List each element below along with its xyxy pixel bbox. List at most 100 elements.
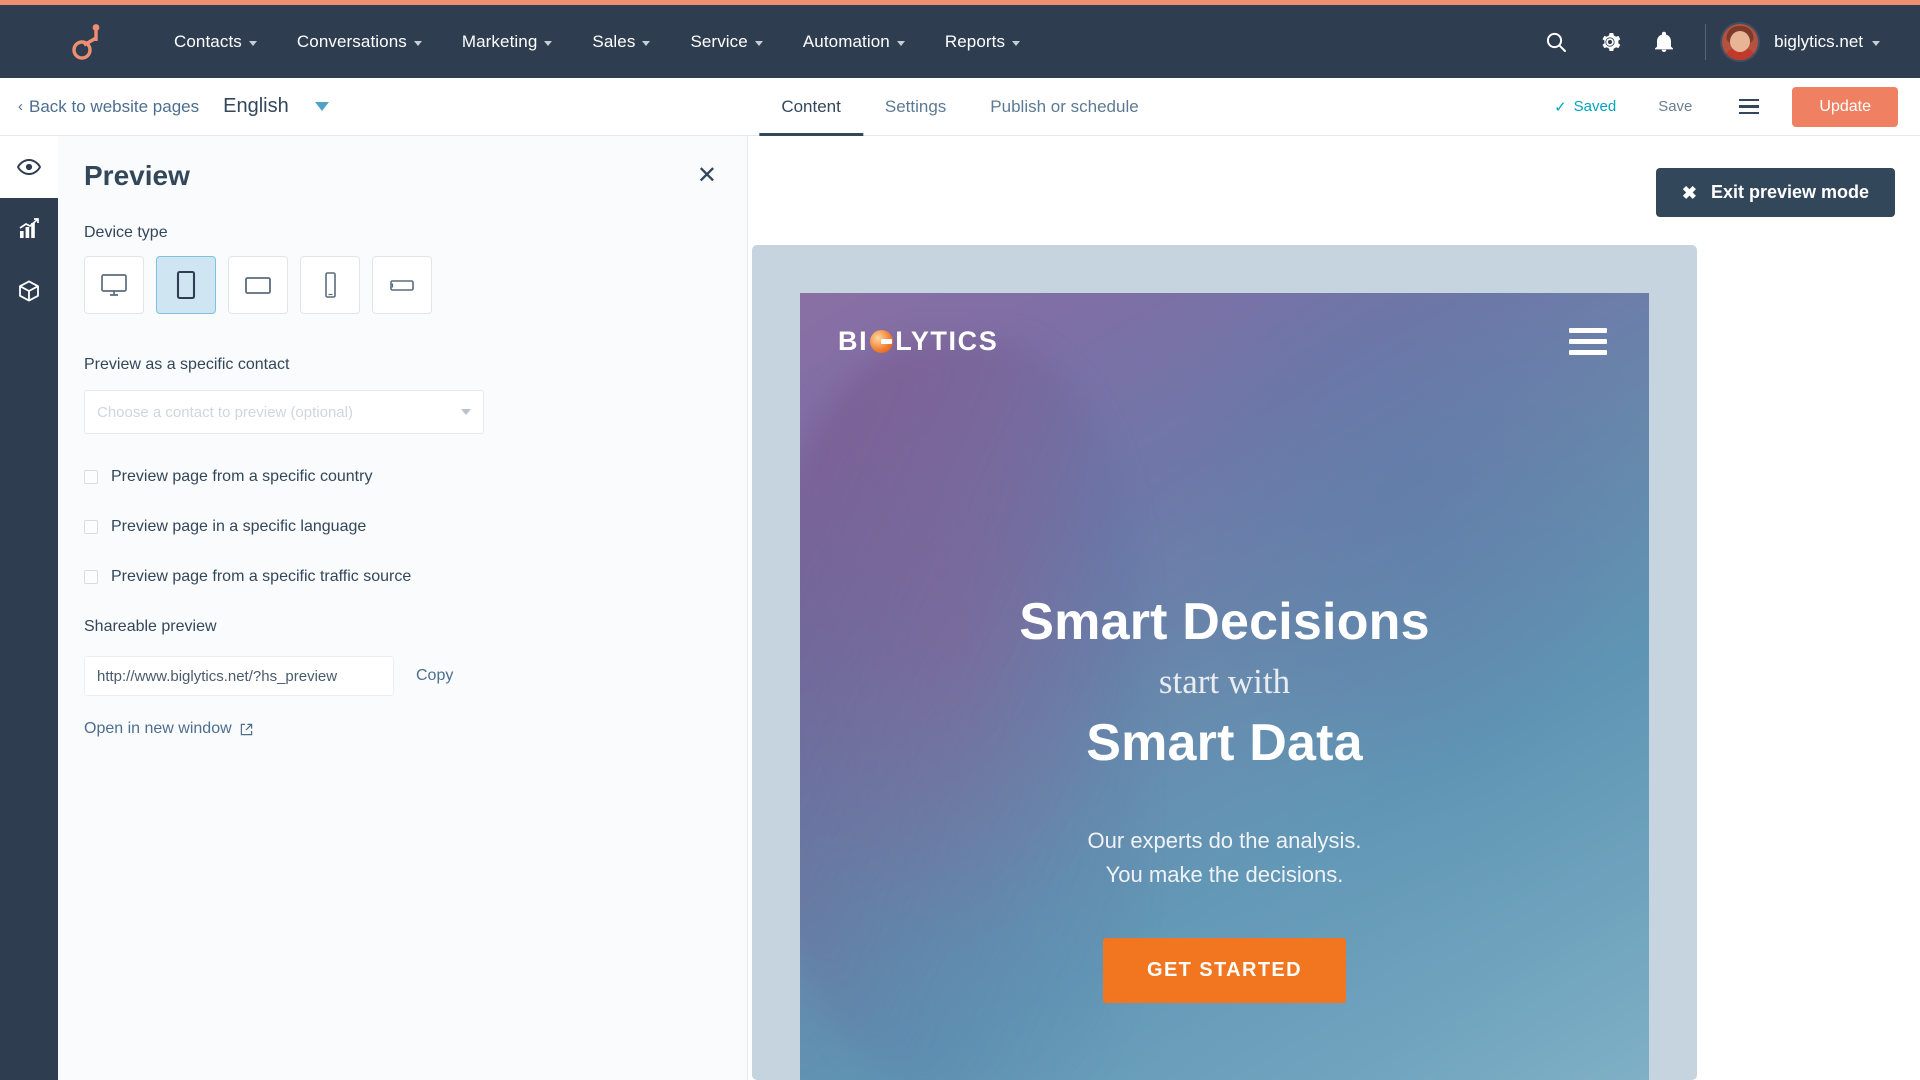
chevron-down-icon	[544, 40, 553, 46]
rail-item-modules[interactable]	[0, 260, 58, 322]
preview-site-header: BI LYTICS	[800, 293, 1649, 389]
preview-options: Preview as a specific contact Choose a c…	[58, 356, 747, 738]
device-type-selector	[58, 256, 747, 314]
checkbox-preview-language[interactable]: Preview page in a specific language	[84, 518, 747, 536]
left-icon-rail	[0, 136, 58, 1080]
preview-hero-section: Smart Decisions start with Smart Data Ou…	[800, 593, 1649, 1004]
nav-item-reports[interactable]: Reports	[925, 26, 1040, 58]
exit-preview-label: Exit preview mode	[1710, 182, 1869, 202]
nav-item-label: Reports	[944, 31, 1006, 51]
nav-item-conversations[interactable]: Conversations	[277, 26, 442, 58]
nav-item-sales[interactable]: Sales	[572, 26, 670, 58]
logo-text-after: LYTICS	[895, 325, 999, 356]
external-link-icon	[240, 723, 252, 735]
open-in-new-window-link[interactable]: Open in new window	[84, 720, 747, 738]
chevron-down-icon	[754, 40, 763, 46]
chevron-down-icon	[314, 102, 329, 111]
check-icon: ✓	[1554, 98, 1567, 116]
preview-panel-header: Preview ✕	[58, 160, 747, 192]
editor-tabs: Content Settings Publish or schedule	[759, 78, 1160, 136]
checkbox-label: Preview page from a specific traffic sou…	[111, 568, 412, 585]
back-to-website-pages-link[interactable]: ‹ Back to website pages	[18, 97, 199, 117]
chevron-down-icon	[896, 40, 905, 46]
chevron-down-icon	[461, 409, 471, 415]
language-selector[interactable]: English	[223, 95, 329, 118]
device-option-phone-portrait[interactable]	[300, 256, 360, 314]
eye-icon	[17, 159, 41, 175]
checkbox-label: Preview page in a specific language	[111, 518, 367, 535]
chevron-down-icon	[248, 40, 257, 46]
shareable-url-field[interactable]: http://www.biglytics.net/?hs_preview	[84, 656, 394, 696]
device-option-desktop[interactable]	[84, 256, 144, 314]
account-menu[interactable]: biglytics.net	[1774, 32, 1880, 52]
tab-publish-or-schedule[interactable]: Publish or schedule	[968, 78, 1160, 136]
chevron-left-icon: ‹	[18, 98, 23, 115]
chevron-down-icon	[642, 40, 651, 46]
phone-landscape-icon	[390, 280, 414, 291]
page-title: Preview	[84, 160, 190, 191]
preview-site-hamburger-menu-icon[interactable]	[1569, 327, 1607, 355]
hamburger-menu-icon[interactable]	[1732, 90, 1766, 124]
nav-item-label: Marketing	[461, 31, 538, 51]
search-icon[interactable]	[1529, 15, 1583, 69]
checkbox-icon	[84, 520, 98, 534]
preview-as-contact-label: Preview as a specific contact	[84, 356, 290, 373]
exit-preview-mode-button[interactable]: ✖ Exit preview mode	[1655, 168, 1895, 217]
device-preview-frame: BI LYTICS Smart Decisions start with Sma…	[752, 245, 1697, 1080]
account-name-label: biglytics.net	[1774, 31, 1863, 51]
device-option-phone-landscape[interactable]	[372, 256, 432, 314]
device-option-tablet-landscape[interactable]	[228, 256, 288, 314]
copy-button[interactable]: Copy	[416, 667, 453, 685]
update-button[interactable]: Update	[1792, 86, 1898, 127]
tab-label: Publish or schedule	[990, 96, 1139, 116]
hero-headline-secondary: Smart Data	[1086, 713, 1363, 772]
get-started-button[interactable]: GET STARTED	[1102, 938, 1347, 1004]
device-option-tablet-portrait[interactable]	[156, 256, 216, 314]
close-icon: ✖	[1681, 182, 1697, 203]
navbar-menu: Contacts Conversations Marketing Sales S…	[154, 26, 1040, 58]
hero-headline-script: start with	[1158, 662, 1291, 702]
language-label: English	[223, 95, 289, 117]
avatar[interactable]	[1720, 21, 1761, 62]
nav-item-service[interactable]: Service	[670, 26, 782, 58]
logo-text-before: BI	[838, 325, 869, 356]
rail-item-preview[interactable]	[0, 136, 58, 198]
tab-content[interactable]: Content	[759, 78, 863, 136]
bell-icon[interactable]	[1637, 15, 1691, 69]
checkbox-preview-country[interactable]: Preview page from a specific country	[84, 468, 747, 486]
gear-icon[interactable]	[1583, 15, 1637, 69]
global-navbar: Contacts Conversations Marketing Sales S…	[0, 5, 1920, 78]
device-preview-screen: BI LYTICS Smart Decisions start with Sma…	[800, 293, 1649, 1080]
tab-settings[interactable]: Settings	[863, 78, 968, 136]
close-icon[interactable]: ✕	[697, 164, 717, 188]
nav-item-contacts[interactable]: Contacts	[154, 26, 277, 58]
checkbox-icon	[84, 470, 98, 484]
preview-site-logo[interactable]: BI LYTICS	[838, 326, 998, 357]
save-button[interactable]: Save	[1658, 98, 1692, 115]
toolbar-actions: ✓ Saved Save Update	[1554, 86, 1920, 127]
hero-headline-primary: Smart Decisions	[1019, 593, 1430, 651]
tablet-landscape-icon	[245, 277, 271, 294]
desktop-monitor-icon	[101, 274, 127, 296]
nav-item-label: Contacts	[174, 31, 242, 51]
checkbox-icon	[84, 570, 98, 584]
tab-label: Content	[781, 96, 841, 116]
hero-subtitle-line-2: You make the decisions.	[1105, 862, 1344, 888]
nav-item-label: Service	[690, 31, 748, 51]
open-link-label: Open in new window	[84, 720, 232, 737]
checkbox-preview-traffic-source[interactable]: Preview page from a specific traffic sou…	[84, 568, 747, 586]
rail-item-analytics[interactable]	[0, 198, 58, 260]
navbar-actions: biglytics.net	[1529, 15, 1920, 69]
hubspot-sprocket-logo-icon[interactable]	[72, 23, 106, 60]
nav-item-marketing[interactable]: Marketing	[442, 26, 573, 58]
nav-item-automation[interactable]: Automation	[783, 26, 925, 58]
chevron-down-icon	[1012, 40, 1021, 46]
avatar-face	[1730, 30, 1751, 52]
back-link-label: Back to website pages	[29, 96, 200, 116]
navbar-divider	[1705, 23, 1707, 60]
phone-portrait-icon	[325, 272, 336, 298]
contact-select[interactable]: Choose a contact to preview (optional)	[84, 390, 484, 434]
shareable-preview-label: Shareable preview	[84, 618, 217, 635]
nav-item-label: Automation	[802, 31, 890, 51]
saved-status-label: Saved	[1573, 98, 1617, 115]
